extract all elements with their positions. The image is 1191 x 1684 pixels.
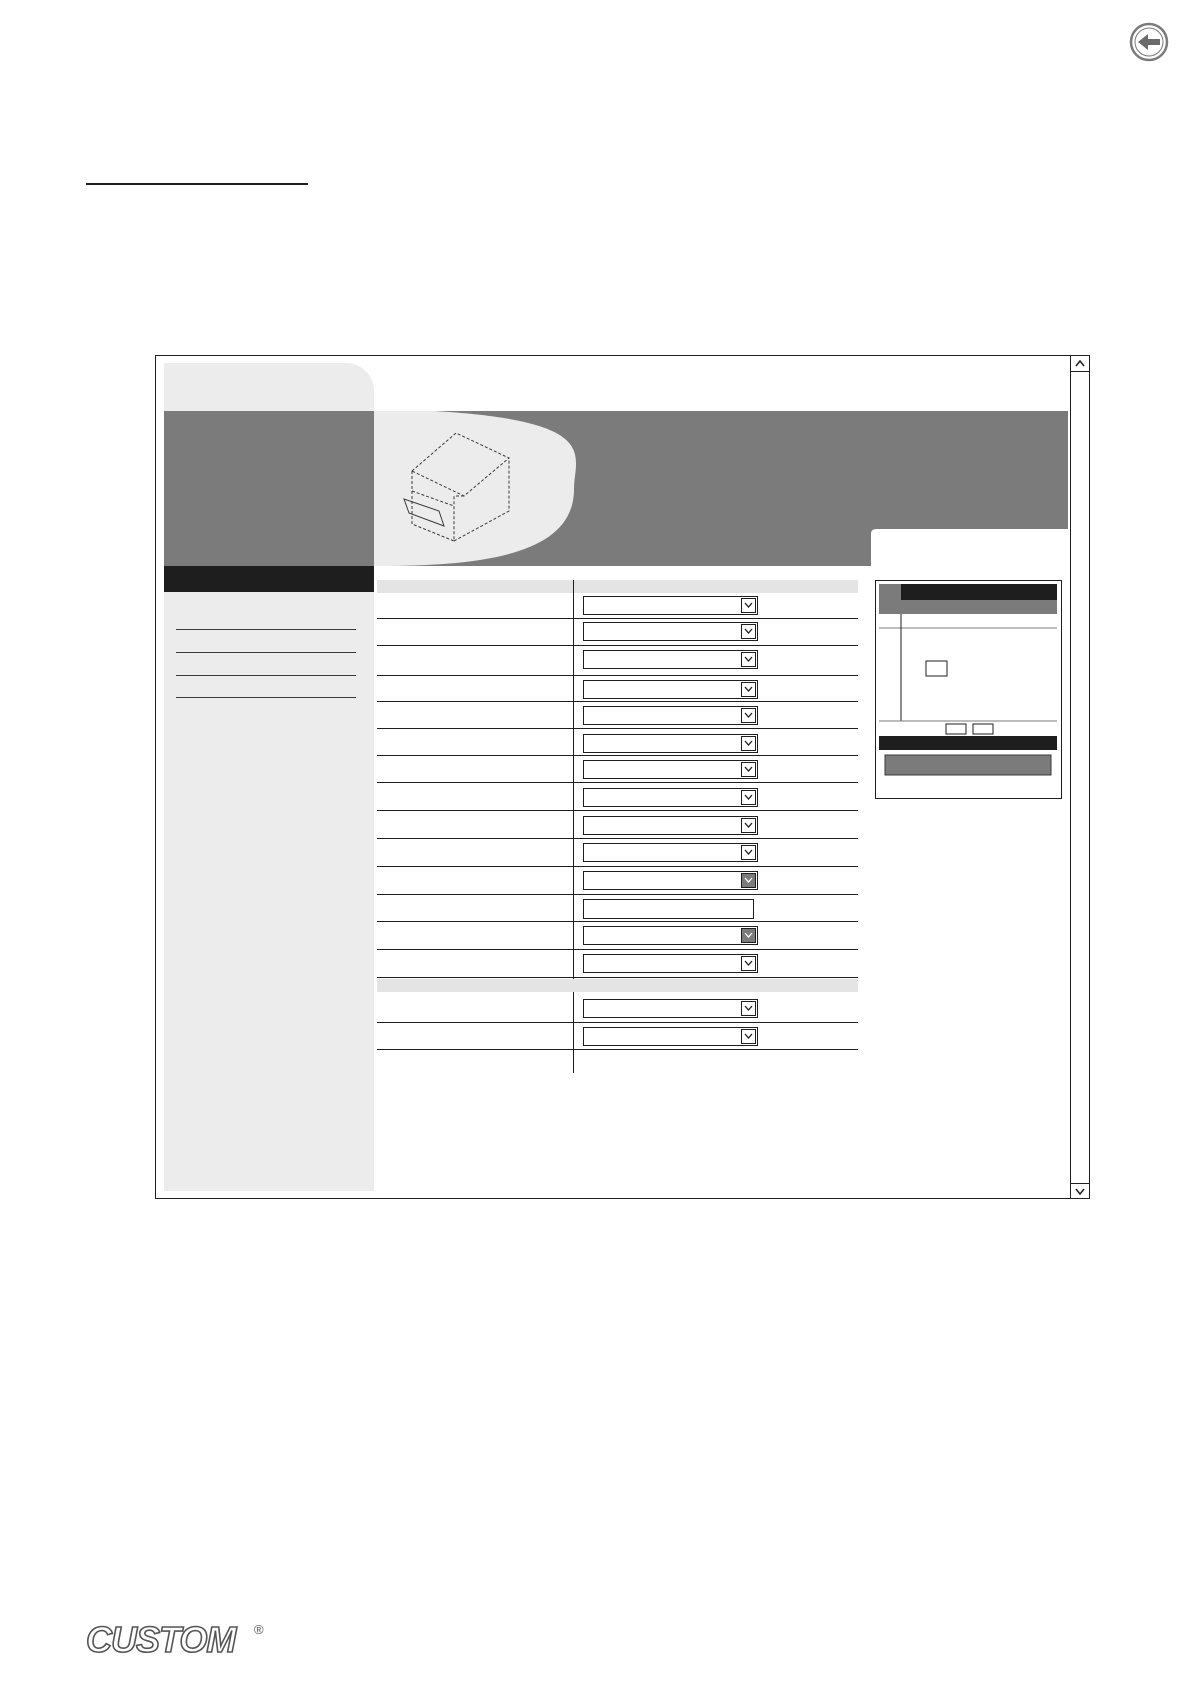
setting-select[interactable] [583,734,758,753]
row-separator [377,1049,858,1050]
setting-select[interactable] [583,596,758,615]
chevron-down-icon [741,652,756,667]
header-banner [374,411,1068,566]
info-panel [875,580,1062,799]
row-separator [377,977,858,978]
row-separator [377,810,858,811]
panel-footer-bar [879,736,1057,750]
setting-select[interactable] [583,1027,758,1046]
panel-action-button[interactable] [884,754,1052,776]
chevron-down-icon [741,736,756,751]
row-separator [377,755,858,756]
scroll-down-button[interactable] [1071,1183,1089,1198]
setting-select[interactable] [583,622,758,641]
chevron-up-icon [1075,359,1085,367]
chevron-down-icon [741,790,756,805]
chevron-down-icon [741,708,756,723]
arrow-left-circle-icon [1129,22,1169,62]
chevron-down-icon [741,928,756,943]
panel-checkbox[interactable] [925,660,948,677]
setting-select[interactable] [583,680,758,699]
sidebar-menu-item[interactable] [176,652,356,653]
section-header [377,979,858,992]
back-button[interactable] [1129,22,1169,62]
chevron-down-icon [741,956,756,971]
row-separator [377,645,858,646]
chevron-down-icon [741,818,756,833]
logo-text: CUSTOM [86,1619,237,1658]
row-separator [377,782,858,783]
chevron-down-icon [1075,1188,1085,1196]
setting-select[interactable] [583,843,758,862]
row-separator [377,894,858,895]
chevron-down-icon [741,1029,756,1044]
sidebar-menu-item[interactable] [176,629,356,630]
setting-select-active[interactable] [583,871,758,890]
row-separator [377,701,858,702]
vertical-scrollbar[interactable] [1070,356,1089,1198]
row-separator [377,921,858,922]
scroll-up-button[interactable] [1071,356,1089,372]
row-separator [377,728,858,729]
row-separator [377,618,858,619]
row-separator [377,949,858,950]
row-separator [377,866,858,867]
setting-select[interactable] [583,816,758,835]
chevron-down-icon [741,1001,756,1016]
setting-select-active[interactable] [583,926,758,945]
registered-mark: ® [254,1622,264,1637]
section-title-underline [86,183,308,185]
setting-text-field[interactable] [583,899,754,919]
section-header [377,580,858,593]
chevron-down-icon [741,682,756,697]
chevron-down-icon [741,845,756,860]
setting-select[interactable] [583,760,758,779]
sidebar-menu-item[interactable] [176,697,356,698]
sidebar-title-bar [164,566,374,592]
setting-select[interactable] [583,650,758,669]
setting-select[interactable] [583,706,758,725]
chevron-down-icon [741,624,756,639]
setting-select[interactable] [583,788,758,807]
chevron-down-icon [741,873,756,888]
sidebar-menu-item[interactable] [176,675,356,676]
panel-next-button[interactable] [972,723,994,735]
row-separator [377,1022,858,1023]
chevron-down-icon [741,598,756,613]
panel-prev-button[interactable] [945,723,967,735]
setting-select[interactable] [583,999,758,1018]
chevron-down-icon [741,762,756,777]
setting-select[interactable] [583,954,758,973]
row-separator [377,675,858,676]
row-separator [377,838,858,839]
printer-web-page-window [155,355,1090,1199]
sidebar-header [164,411,374,566]
column-divider [573,580,574,1073]
custom-logo: CUSTOM ® [85,1618,286,1661]
